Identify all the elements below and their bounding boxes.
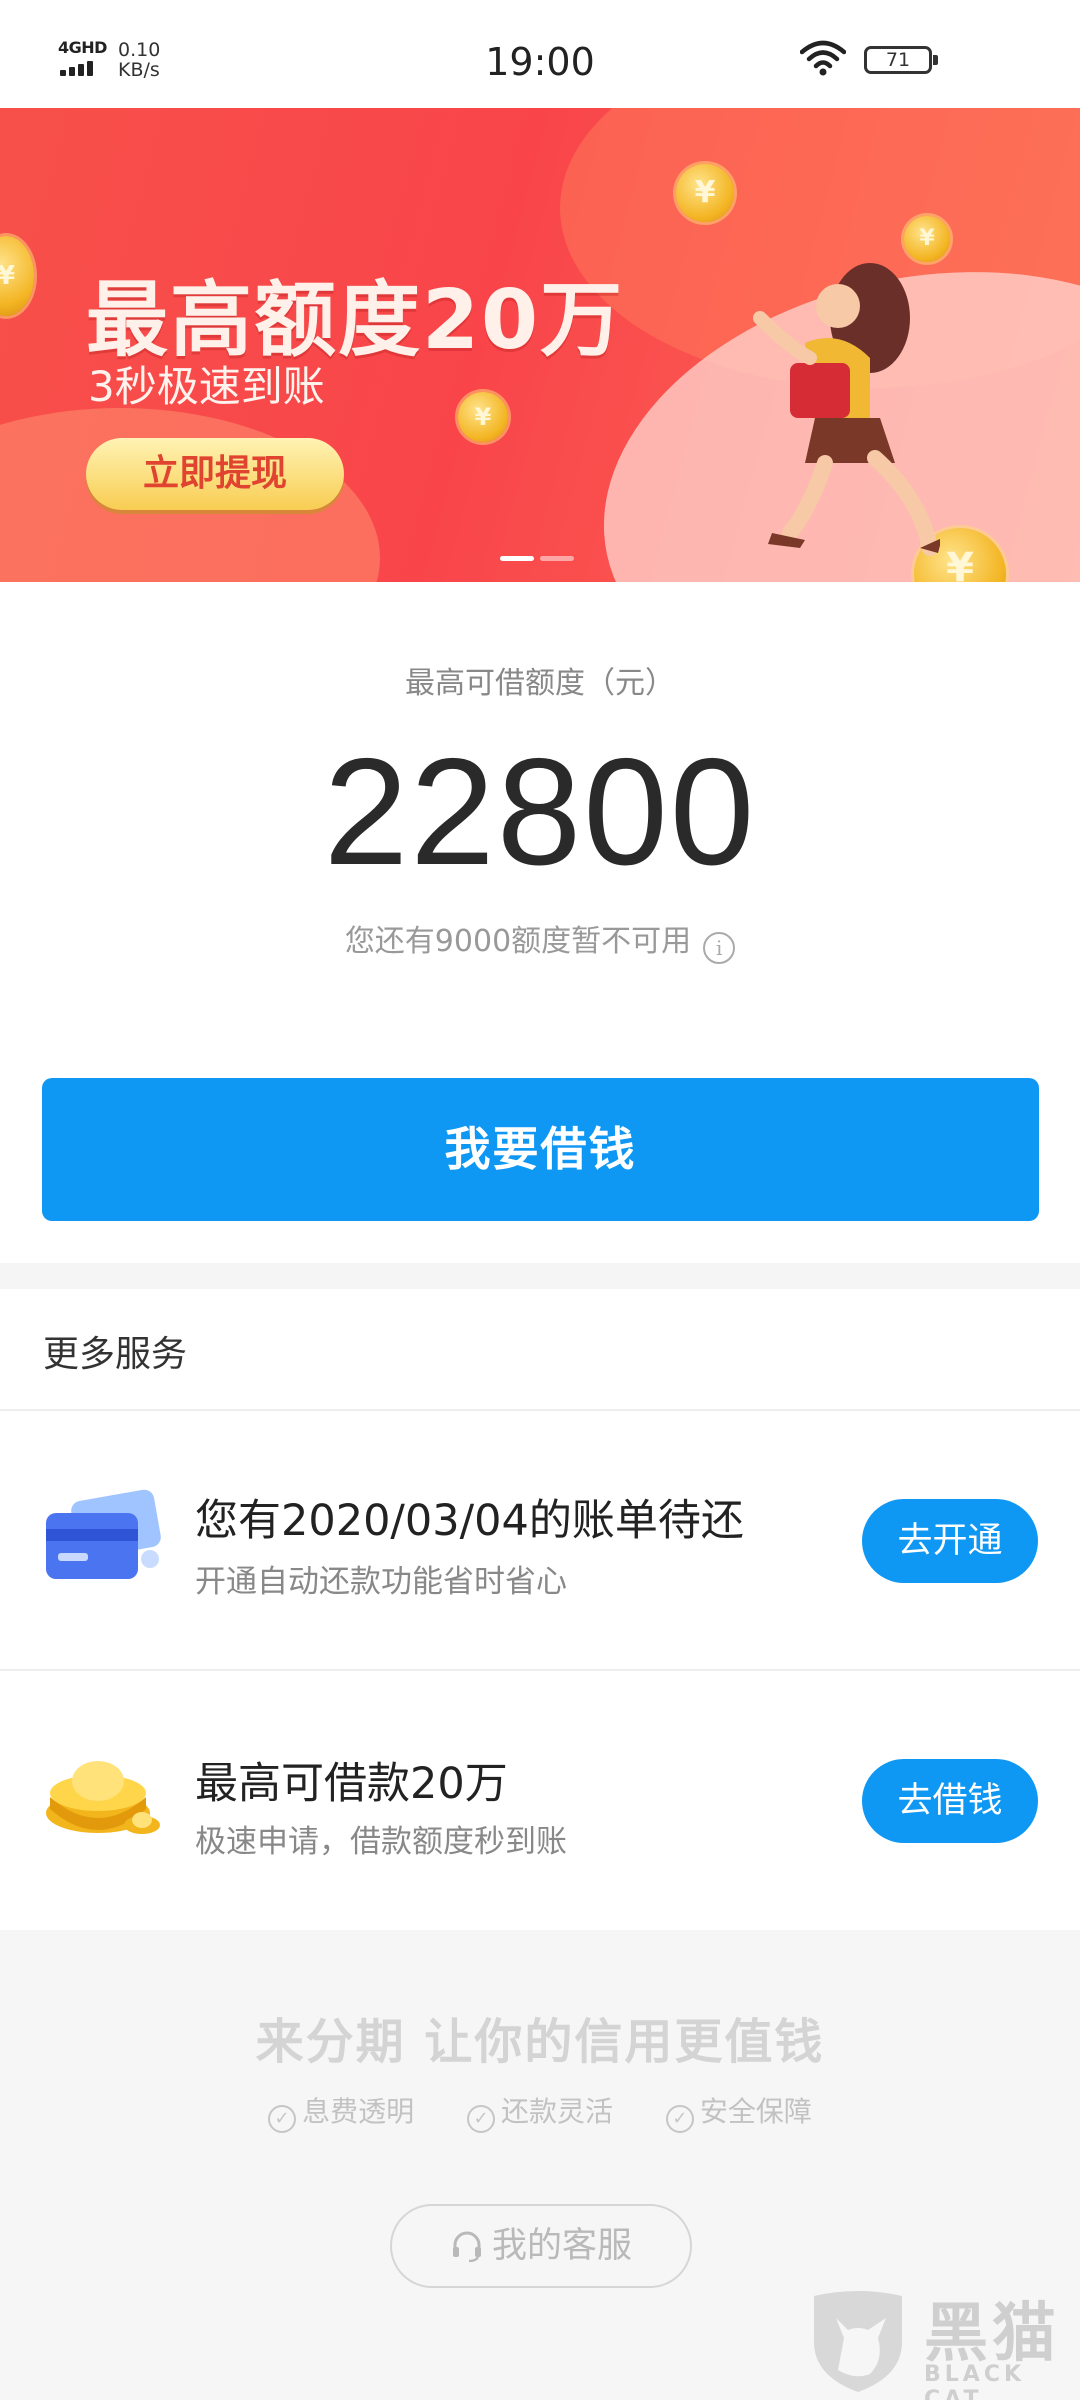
coin-icon: ¥: [0, 236, 34, 316]
service-row-bill[interactable]: 您有2020/03/04的账单待还 开通自动还款功能省时省心 去开通: [0, 1411, 1080, 1669]
cat-shield-logo: [814, 2291, 902, 2392]
slogan: 来分期 让你的信用更值钱: [255, 2014, 825, 2070]
customer-service-label: 我的客服: [491, 2226, 632, 2266]
carousel-dot-active: [500, 556, 534, 561]
blackcat-watermark: 黑猫 BLACK CAT: [806, 2282, 1080, 2400]
section-separator: [0, 1263, 1080, 1289]
check-circle-icon: ✓: [466, 2105, 495, 2133]
withdraw-now-button[interactable]: 立即提现: [86, 438, 344, 510]
info-icon[interactable]: i: [703, 932, 736, 964]
feature-item: ✓ 息费透明: [268, 2090, 414, 2133]
carousel-indicator: [500, 556, 580, 562]
enable-autopay-button[interactable]: 去开通: [862, 1499, 1038, 1583]
more-services-title: 更多服务: [43, 1334, 188, 1375]
gold-ingot-icon: [46, 1761, 160, 1834]
wifi-icon: [800, 40, 846, 76]
unavailable-credit-note: 您还有9000额度暂不可用 i: [0, 916, 1080, 964]
go-borrow-button[interactable]: 去借钱: [862, 1759, 1038, 1843]
max-loan-subtitle: 极速申请，借款额度秒到账: [195, 1824, 567, 1860]
credit-limit-label: 最高可借额度（元）: [405, 666, 675, 701]
watermark-sub: BLACK CAT: [924, 2362, 1026, 2400]
feature-label: 安全保障: [699, 2095, 812, 2128]
bill-due-title: 您有2020/03/04的账单待还: [195, 1496, 744, 1546]
credit-limit-amount: 22800: [323, 727, 757, 897]
promo-banner[interactable]: ¥ ¥ ¥ ¥ ¥ 最高额度20万 3秒极速到账 立即提现: [0, 108, 1080, 582]
feature-item: ✓ 安全保障: [665, 2090, 812, 2133]
borrow-money-button[interactable]: 我要借钱: [42, 1078, 1039, 1221]
check-circle-icon: ✓: [268, 2105, 297, 2133]
service-row-loan[interactable]: 最高可借款20万 极速申请，借款额度秒到账 去借钱: [0, 1671, 1080, 1929]
carousel-dot: [540, 556, 574, 561]
coin-icon: ¥: [676, 164, 734, 222]
headset-icon: [452, 2231, 481, 2263]
status-bar: 4GHD 0.10 KB/s 19:00 71: [0, 0, 1080, 108]
check-circle-icon: ✓: [665, 2105, 694, 2133]
credit-card-icon: [46, 1489, 161, 1579]
coin-icon: ¥: [458, 392, 508, 442]
bill-due-subtitle: 开通自动还款功能省时省心: [195, 1564, 567, 1600]
feature-label: 还款灵活: [500, 2095, 613, 2128]
customer-service-button[interactable]: 我的客服: [390, 2204, 692, 2288]
unavailable-credit-text: 您还有9000额度暂不可用: [344, 924, 692, 959]
banner-subtitle: 3秒极速到账: [88, 362, 325, 411]
max-loan-title: 最高可借款20万: [195, 1759, 508, 1809]
feature-item: ✓ 还款灵活: [466, 2090, 613, 2133]
battery-icon: 71: [864, 46, 938, 74]
feature-label: 息费透明: [302, 2095, 415, 2128]
woman-illustration: [753, 263, 940, 556]
watermark-name: 黑猫: [924, 2297, 1060, 2371]
feature-list: ✓ 息费透明 ✓ 还款灵活 ✓ 安全保障: [0, 2090, 1080, 2133]
